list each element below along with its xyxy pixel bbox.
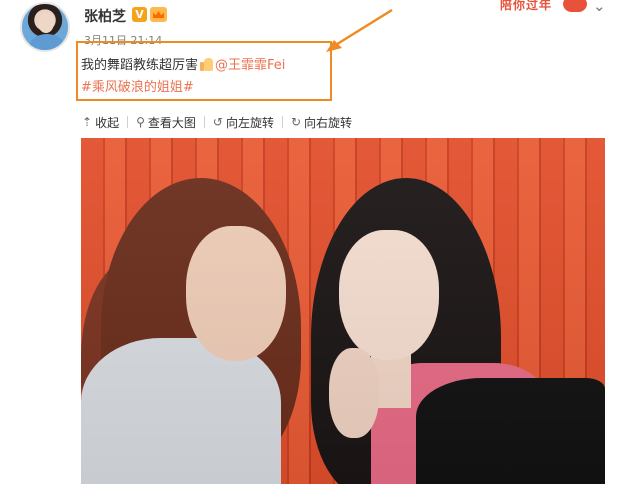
rotate-right-label: 向右旋转: [304, 115, 353, 130]
rotate-right-button[interactable]: ↻ 向右旋转: [291, 114, 352, 131]
rotate-right-icon: ↻: [290, 115, 302, 129]
promo-text: 陪你过年: [500, 0, 553, 12]
collapse-label: 收起: [95, 115, 120, 130]
chevron-down-icon[interactable]: ⌄: [593, 0, 606, 15]
collapse-button[interactable]: ⇡ 收起: [82, 114, 119, 131]
rotate-left-label: 向左旋转: [225, 115, 274, 130]
post-text-line-1: 我的舞蹈教练超厉害 @王霏霏Fei: [81, 55, 285, 77]
toolbar-divider: [203, 116, 205, 128]
toolbar-divider: [281, 116, 283, 128]
arrow-up-icon: ⇡: [82, 115, 93, 129]
avatar[interactable]: [20, 2, 70, 52]
avatar-face: [38, 13, 54, 33]
verified-v-icon[interactable]: V: [132, 7, 147, 22]
view-large-label: 查看大图: [147, 115, 196, 130]
heart-icon: [563, 0, 587, 12]
thumbs-up-icon: [199, 57, 214, 71]
image-toolbar: ⇡ 收起 ⚲ 查看大图 ↺ 向左旋转 ↻ 向右旋转: [82, 113, 360, 131]
annotation-arrow: [326, 8, 393, 52]
post-content: 我的舞蹈教练超厉害 @王霏霏Fei #乘风破浪的姐姐#: [81, 55, 285, 99]
mention-link[interactable]: @王霏霏Fei: [215, 58, 285, 73]
username[interactable]: 张柏芝: [84, 6, 126, 26]
rotate-left-button[interactable]: ↺ 向左旋转: [213, 114, 274, 131]
crown-icon[interactable]: [150, 7, 167, 22]
rotate-left-icon: ↺: [212, 115, 223, 129]
post-text: 我的舞蹈教练超厉害: [81, 58, 199, 73]
promo-banner[interactable]: 陪你过年: [500, 0, 592, 16]
search-icon: ⚲: [136, 115, 145, 129]
photo-shade: [81, 138, 605, 484]
avatar-body: [30, 34, 64, 50]
hashtag-link[interactable]: #乘风破浪的姐姐#: [81, 80, 194, 95]
post-text-line-2: #乘风破浪的姐姐#: [81, 77, 285, 99]
post-photo[interactable]: [81, 138, 605, 484]
toolbar-divider: [127, 116, 129, 128]
view-large-button[interactable]: ⚲ 查看大图: [136, 114, 196, 131]
